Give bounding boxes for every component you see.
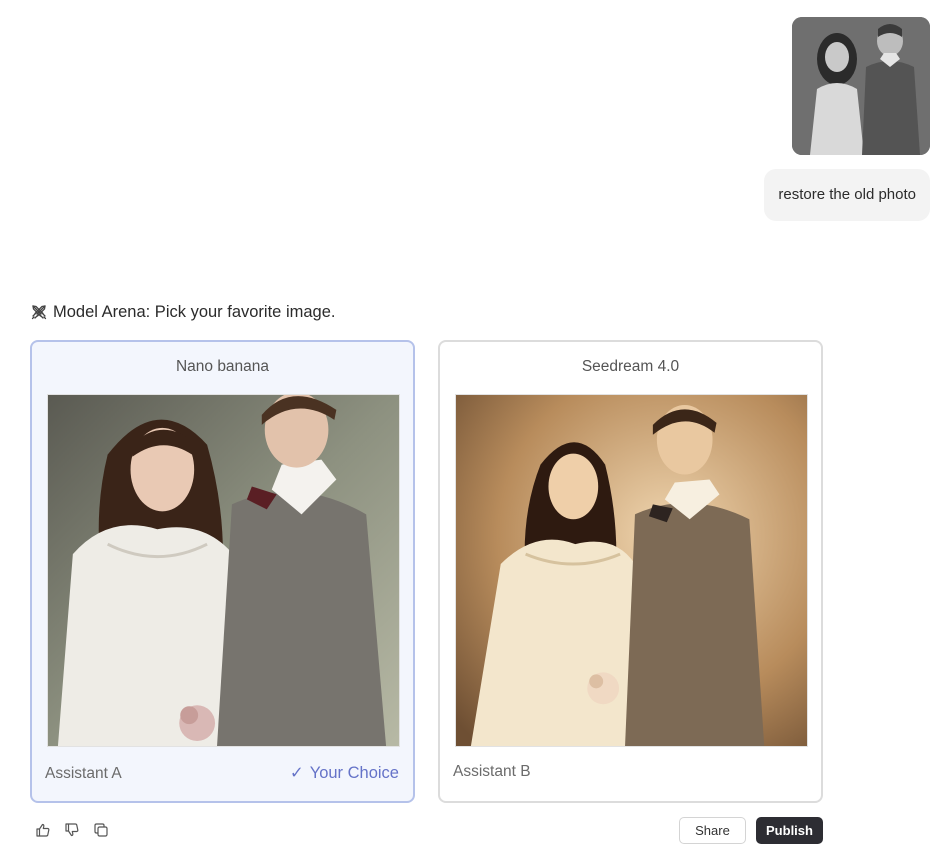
model-name: Nano banana	[175, 358, 270, 375]
chat-page: restore the old photo Model Arena: Pick …	[0, 0, 938, 864]
your-choice-indicator: ✓ Your Choice	[290, 763, 399, 783]
generated-image-b[interactable]	[455, 394, 808, 747]
arena-heading: Model Arena: Pick your favorite image.	[30, 301, 335, 323]
user-message-bubble: restore the old photo	[764, 169, 930, 221]
share-button[interactable]: Share	[679, 817, 746, 844]
arena-title-text: Model Arena: Pick your favorite image.	[53, 302, 336, 321]
your-choice-label: Your Choice	[309, 763, 399, 782]
copy-icon[interactable]	[93, 822, 109, 838]
generated-image-a[interactable]	[47, 394, 400, 747]
crossed-swords-icon	[31, 305, 47, 320]
check-icon: ✓	[289, 764, 304, 782]
model-name: Seedream 4.0	[581, 358, 680, 375]
publish-button[interactable]: Publish	[756, 817, 823, 844]
feedback-actions	[35, 822, 109, 838]
arena-card-assistant-a[interactable]: Nano banana Assistant A ✓ Your Choice	[30, 340, 415, 803]
arena-card-assistant-b[interactable]: Seedream 4.0 Assistant B	[438, 340, 823, 803]
thumbs-down-icon[interactable]	[64, 822, 80, 838]
assistant-label: Assistant A	[45, 765, 122, 782]
thumbs-up-icon[interactable]	[35, 822, 51, 838]
user-uploaded-photo[interactable]	[792, 17, 930, 155]
assistant-label: Assistant B	[453, 763, 531, 780]
